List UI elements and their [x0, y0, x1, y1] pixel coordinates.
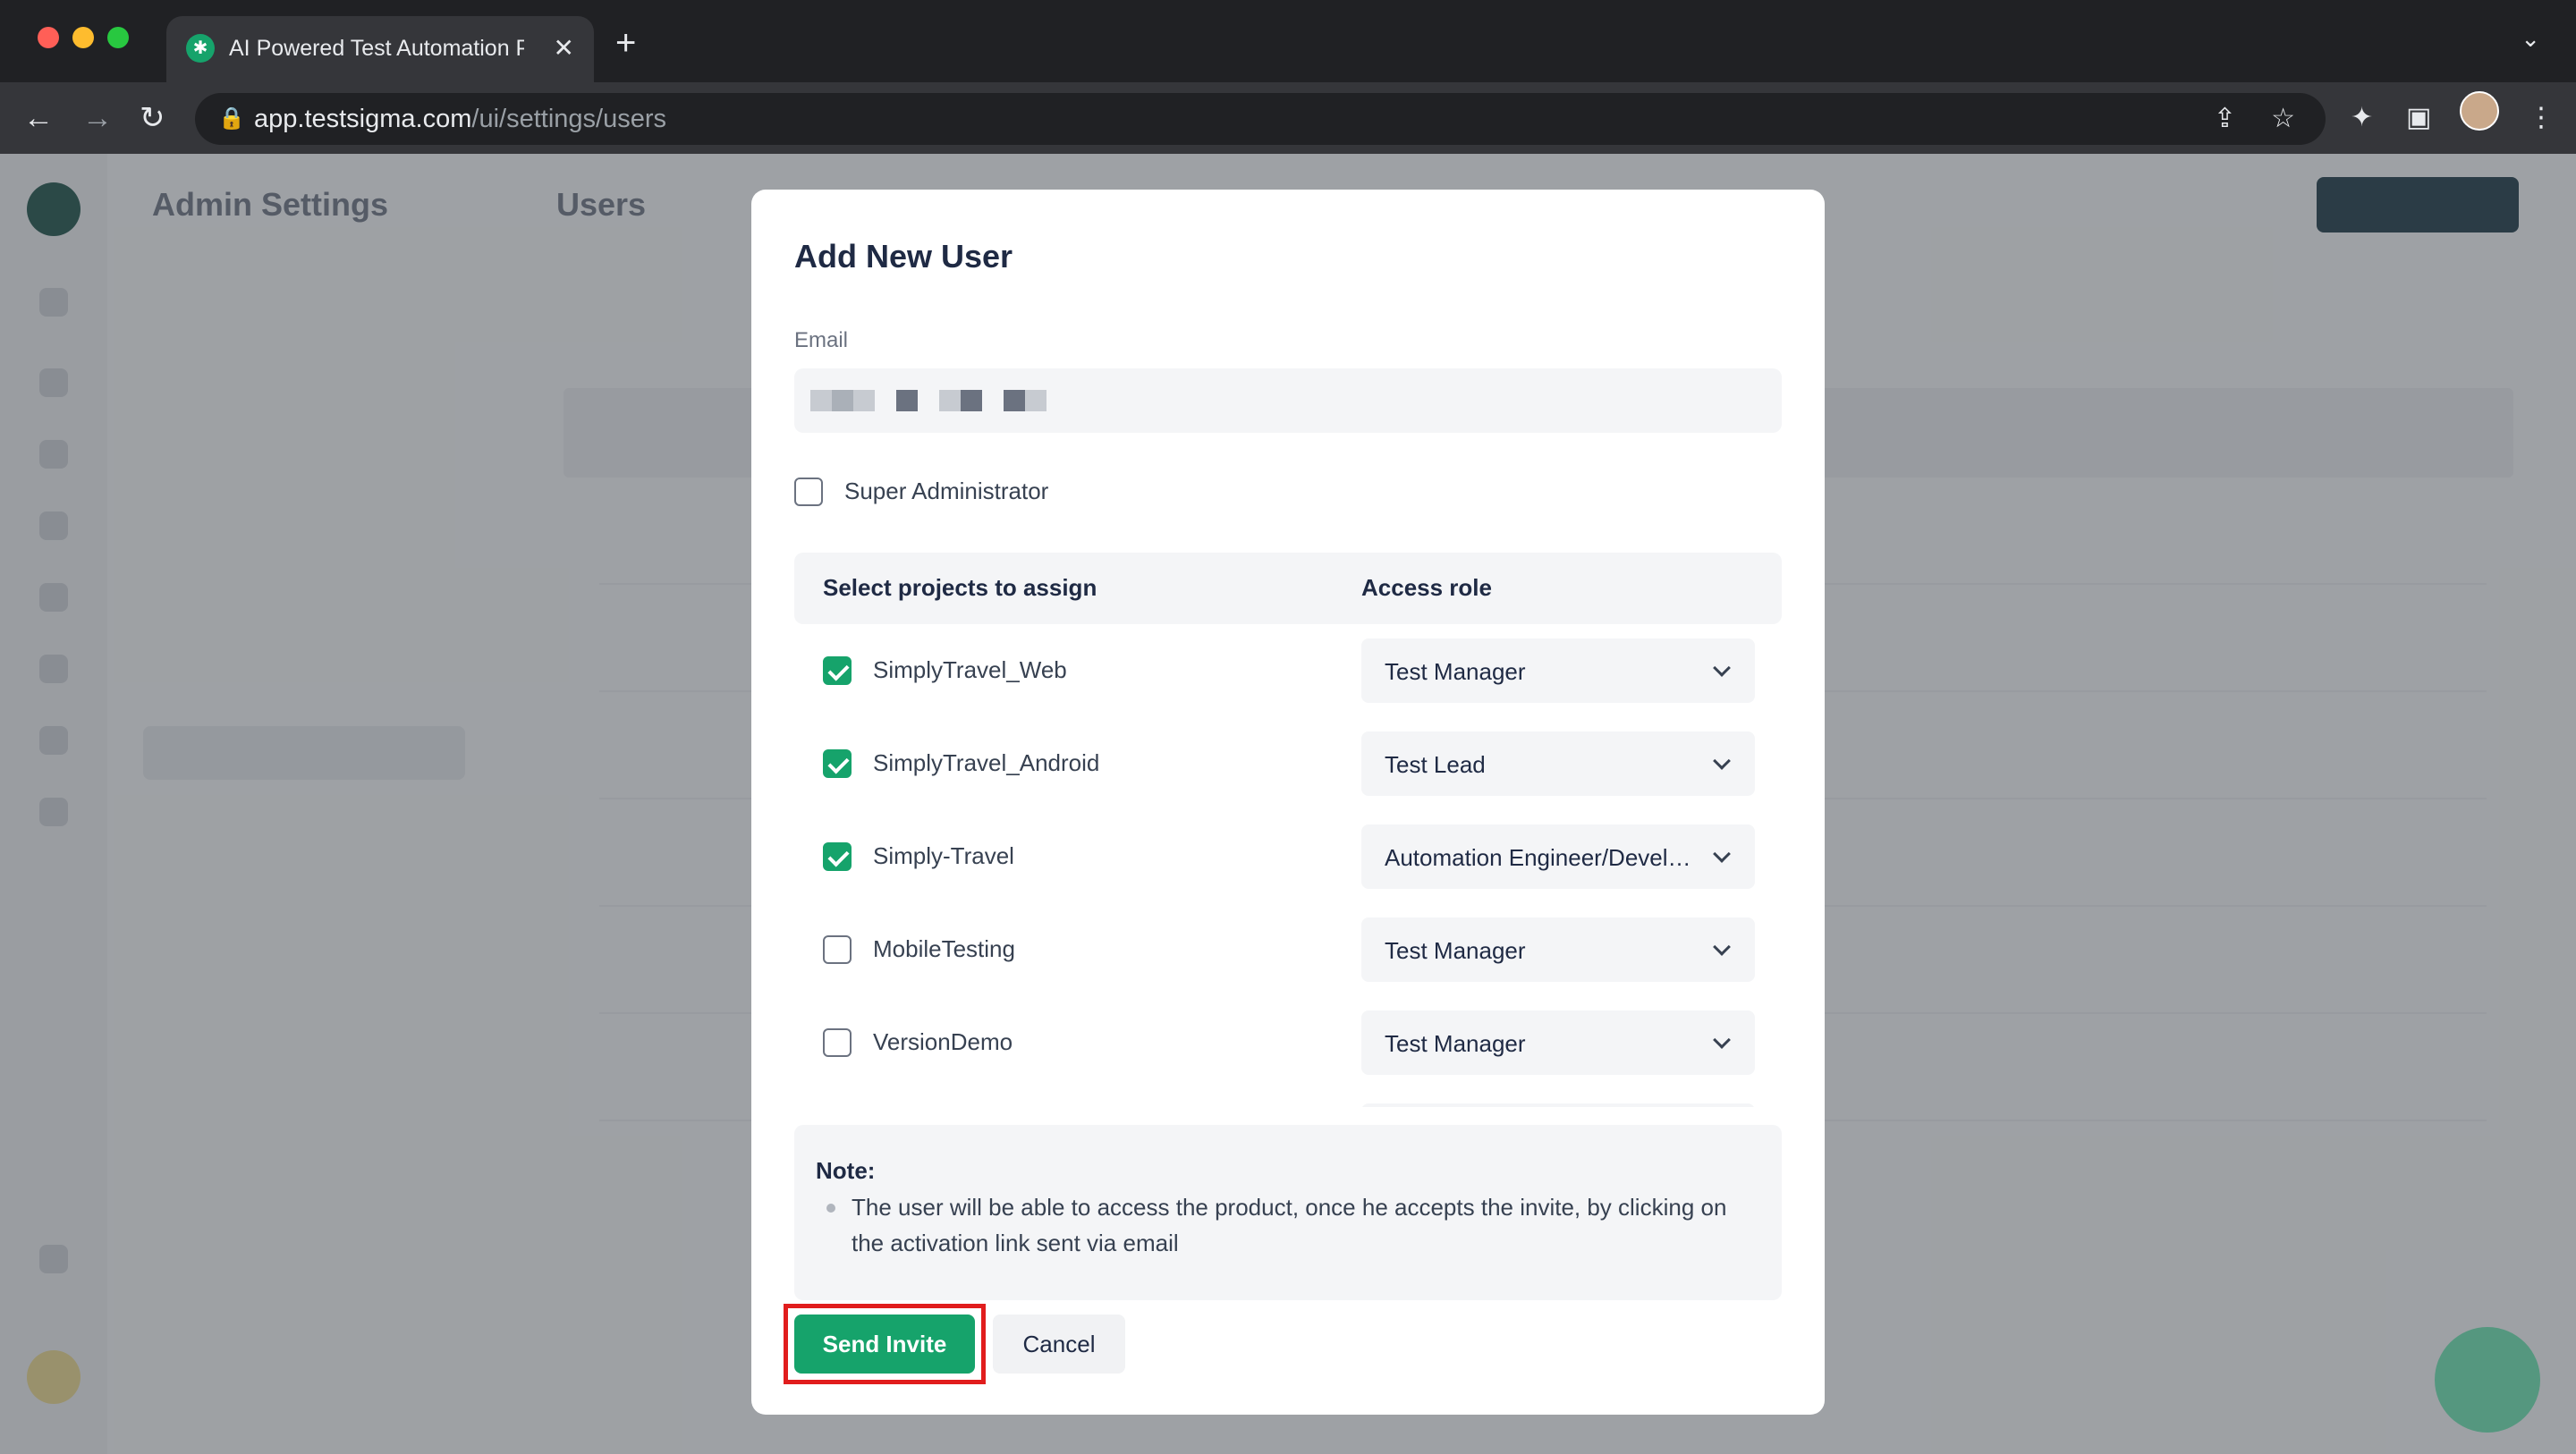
- browser-menu-icon[interactable]: ⋮: [2528, 100, 2555, 136]
- project-checkbox[interactable]: [823, 842, 852, 871]
- chevron-down-icon: [1713, 1031, 1731, 1049]
- project-row: SimplyTravel_Web Test Manager: [794, 624, 1782, 717]
- window-maximize-button[interactable]: [107, 27, 129, 48]
- project-row-partial: [794, 1089, 1782, 1107]
- project-row: VersionDemo Test Manager: [794, 996, 1782, 1089]
- project-list[interactable]: SimplyTravel_Web Test Manager SimplyTrav…: [794, 624, 1782, 1107]
- role-select[interactable]: Test Manager: [1361, 917, 1755, 982]
- url-host: app.testsigma.com: [254, 105, 472, 133]
- forward-arrow-icon[interactable]: →: [82, 98, 113, 138]
- new-tab-button[interactable]: +: [615, 23, 636, 63]
- note-title: Note:: [816, 1157, 876, 1184]
- project-checkbox[interactable]: [823, 749, 852, 778]
- url-text: app.testsigma.com/ui/settings/users: [254, 104, 666, 134]
- role-value: Test Manager: [1385, 937, 1526, 964]
- super-admin-label: Super Administrator: [844, 478, 1049, 504]
- email-redacted-value: [810, 390, 1046, 411]
- share-icon[interactable]: ⇪: [2214, 104, 2236, 134]
- project-name: Simply-Travel: [873, 842, 1014, 869]
- role-value: Test Manager: [1385, 658, 1526, 685]
- tab-title: AI Powered Test Automation Platform: [229, 36, 524, 61]
- project-name: MobileTesting: [873, 935, 1015, 962]
- extensions-puzzle-icon[interactable]: ✦: [2351, 100, 2373, 136]
- super-admin-checkbox[interactable]: [794, 478, 823, 506]
- project-checkbox[interactable]: [823, 1028, 852, 1057]
- note-bullet: [826, 1204, 835, 1213]
- role-value: Automation Engineer/Developer: [1385, 844, 1698, 871]
- lock-icon: 🔒: [218, 106, 245, 131]
- project-name: VersionDemo: [873, 1028, 1013, 1055]
- testsigma-favicon-icon: ✱: [186, 34, 215, 63]
- address-bar[interactable]: 🔒 app.testsigma.com/ui/settings/users ⇪ …: [195, 93, 2326, 145]
- note-text: The user will be able to access the prod…: [852, 1194, 1727, 1256]
- role-select[interactable]: Test Lead: [1361, 731, 1755, 796]
- project-name: SimplyTravel_Android: [873, 749, 1100, 776]
- window-minimize-button[interactable]: [72, 27, 94, 48]
- tab-list-icon[interactable]: ⌄: [2521, 25, 2540, 53]
- project-checkbox[interactable]: [823, 935, 852, 964]
- role-value: Test Manager: [1385, 1030, 1526, 1057]
- role-select[interactable]: Test Manager: [1361, 638, 1755, 703]
- send-invite-button[interactable]: Send Invite: [794, 1315, 975, 1374]
- projects-table-header: Select projects to assign Access role: [794, 553, 1782, 624]
- reload-icon[interactable]: ↻: [140, 98, 165, 138]
- profile-avatar[interactable]: [2460, 91, 2499, 131]
- role-select[interactable]: [1361, 1103, 1755, 1107]
- cancel-button[interactable]: Cancel: [993, 1315, 1125, 1374]
- url-path: /ui/settings/users: [471, 105, 666, 133]
- role-column-header: Access role: [1361, 574, 1492, 601]
- project-name: SimplyTravel_Web: [873, 656, 1067, 683]
- side-panel-icon[interactable]: ▣: [2406, 100, 2431, 136]
- chevron-down-icon: [1713, 845, 1731, 863]
- chevron-down-icon: [1713, 938, 1731, 956]
- tab-close-icon[interactable]: ✕: [554, 32, 574, 64]
- project-row: Simply-Travel Automation Engineer/Develo…: [794, 810, 1782, 903]
- role-value: Test Lead: [1385, 751, 1486, 778]
- bookmark-star-icon[interactable]: ☆: [2271, 104, 2295, 134]
- project-checkbox[interactable]: [823, 656, 852, 685]
- note-box: Note: The user will be able to access th…: [794, 1125, 1782, 1300]
- email-field[interactable]: [794, 368, 1782, 433]
- role-select[interactable]: Test Manager: [1361, 1010, 1755, 1075]
- back-arrow-icon[interactable]: ←: [23, 98, 54, 138]
- chevron-down-icon: [1713, 659, 1731, 677]
- project-row: MobileTesting Test Manager: [794, 903, 1782, 996]
- project-row: SimplyTravel_Android Test Lead: [794, 717, 1782, 810]
- role-select[interactable]: Automation Engineer/Developer: [1361, 824, 1755, 889]
- add-new-user-modal: Add New User Email Super Administrator S…: [751, 190, 1825, 1415]
- modal-title: Add New User: [794, 238, 1013, 275]
- browser-tab-strip: ✱ AI Powered Test Automation Platform ✕ …: [0, 0, 2576, 82]
- browser-toolbar: ← → ↻ 🔒 app.testsigma.com/ui/settings/us…: [0, 82, 2576, 154]
- browser-tab[interactable]: ✱ AI Powered Test Automation Platform ✕: [166, 16, 594, 82]
- email-label: Email: [794, 328, 849, 352]
- chat-support-icon[interactable]: [2435, 1327, 2540, 1433]
- window-close-button[interactable]: [38, 27, 59, 48]
- chevron-down-icon: [1713, 752, 1731, 770]
- projects-column-header: Select projects to assign: [823, 574, 1097, 601]
